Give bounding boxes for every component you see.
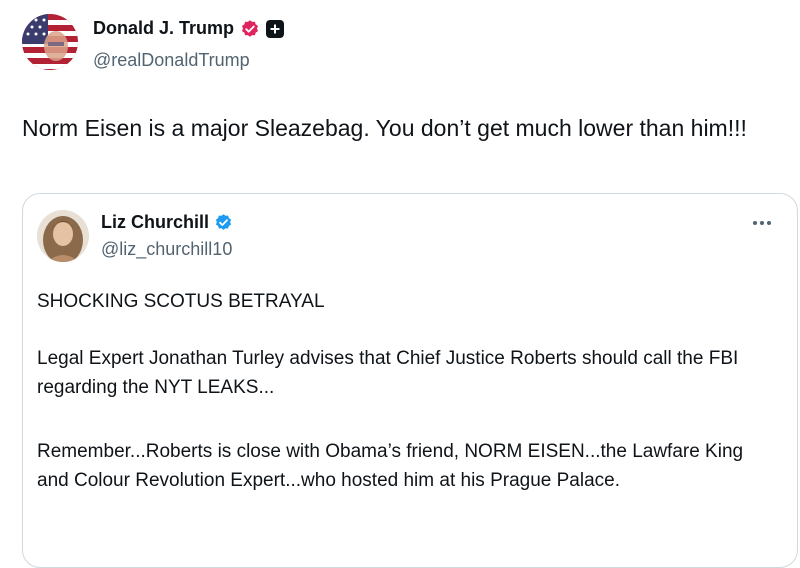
quoted-author-name-row: Liz Churchill	[101, 212, 233, 233]
quoted-author-handle[interactable]: @liz_churchill10	[101, 239, 232, 260]
quoted-paragraph: Legal Expert Jonathan Turley advises tha…	[37, 348, 739, 398]
author-name[interactable]: Donald J. Trump	[93, 18, 234, 39]
quoted-author-avatar[interactable]	[37, 210, 89, 262]
more-dot	[760, 221, 764, 225]
more-dot	[753, 221, 757, 225]
author-name-row: Donald J. Trump	[93, 18, 285, 39]
flag-avatar-icon	[22, 14, 78, 70]
verified-badge-icon	[240, 19, 260, 39]
quoted-post-card[interactable]: Liz Churchill @liz_churchill10 SHOCKING …	[22, 193, 798, 568]
plus-badge-icon	[266, 19, 285, 38]
person-avatar-icon	[37, 210, 89, 262]
post: Donald J. Trump @realDonaldTrump Norm Ei…	[0, 0, 800, 568]
post-text: Norm Eisen is a major Sleazebag. You don…	[22, 115, 747, 141]
quoted-paragraph: Remember...Roberts is close with Obama’s…	[37, 441, 744, 491]
author-avatar[interactable]	[22, 14, 78, 70]
quoted-paragraph: SHOCKING SCOTUS BETRAYAL	[37, 291, 325, 312]
verified-badge-icon	[214, 213, 233, 232]
author-handle[interactable]: @realDonaldTrump	[93, 50, 250, 71]
more-options-icon[interactable]	[747, 216, 777, 230]
quoted-author-name[interactable]: Liz Churchill	[101, 212, 209, 233]
more-dot	[767, 221, 771, 225]
